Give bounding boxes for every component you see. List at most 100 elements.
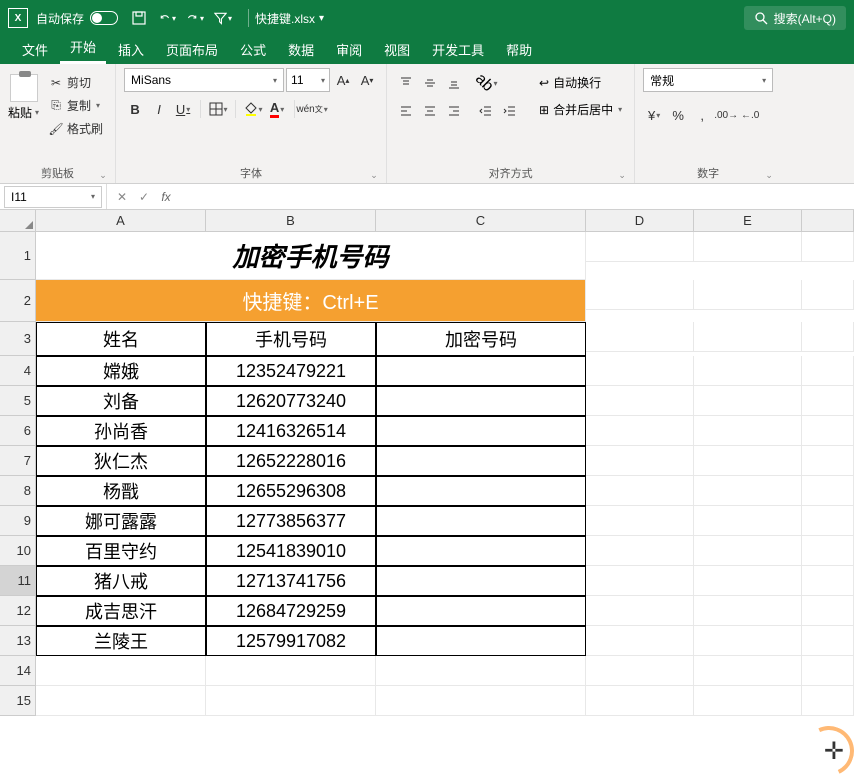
cell-phone[interactable]: 12655296308 <box>206 476 376 506</box>
cell[interactable] <box>694 446 802 476</box>
search-box[interactable]: 搜索(Alt+Q) <box>744 6 846 30</box>
cell[interactable] <box>586 446 694 476</box>
row-header[interactable]: 3 <box>0 322 36 356</box>
tab-home[interactable]: 开始 <box>60 32 106 64</box>
cell-phone[interactable]: 12579917082 <box>206 626 376 656</box>
decrease-indent-icon[interactable] <box>475 100 497 122</box>
col-header-d[interactable]: D <box>586 210 694 232</box>
cell[interactable] <box>694 386 802 416</box>
cell[interactable] <box>694 322 802 352</box>
select-all-corner[interactable] <box>0 210 36 232</box>
cell-phone[interactable]: 12352479221 <box>206 356 376 386</box>
cell-encrypted[interactable] <box>376 566 586 596</box>
comma-button[interactable]: , <box>691 104 713 126</box>
cell[interactable] <box>802 356 854 386</box>
cell-phone[interactable]: 12541839010 <box>206 536 376 566</box>
wrap-text-button[interactable]: ↩自动换行 <box>535 72 626 93</box>
cell-phone[interactable]: 12713741756 <box>206 566 376 596</box>
cell[interactable] <box>802 476 854 506</box>
copy-button[interactable]: ⎘复制▾ <box>45 95 107 116</box>
align-bottom-icon[interactable] <box>443 72 465 94</box>
tab-help[interactable]: 帮助 <box>496 35 542 64</box>
font-color-button[interactable]: A▾ <box>266 98 288 120</box>
cell[interactable] <box>586 536 694 566</box>
row-header[interactable]: 7 <box>0 446 36 476</box>
cell[interactable] <box>586 686 694 716</box>
decrease-decimal-icon[interactable]: ←.0 <box>739 104 761 126</box>
tab-review[interactable]: 审阅 <box>326 35 372 64</box>
merge-center-button[interactable]: ⊞合并后居中▾ <box>535 99 626 120</box>
fx-icon[interactable]: fx <box>157 188 175 206</box>
row-header[interactable]: 10 <box>0 536 36 566</box>
cell-name[interactable]: 猪八戒 <box>36 566 206 596</box>
align-center-icon[interactable] <box>419 100 441 122</box>
cell-encrypted[interactable] <box>376 356 586 386</box>
cell-phone[interactable]: 12684729259 <box>206 596 376 626</box>
italic-button[interactable]: I <box>148 98 170 120</box>
cell-encrypted[interactable] <box>376 536 586 566</box>
cell[interactable] <box>802 416 854 446</box>
cell[interactable] <box>586 416 694 446</box>
cell-encrypted[interactable] <box>376 386 586 416</box>
row-header[interactable]: 12 <box>0 596 36 626</box>
col-header-e[interactable]: E <box>694 210 802 232</box>
cell[interactable] <box>694 626 802 656</box>
autosave-toggle[interactable]: 自动保存 <box>36 10 118 27</box>
tab-data[interactable]: 数据 <box>278 35 324 64</box>
increase-decimal-icon[interactable]: .00→ <box>715 104 737 126</box>
format-painter-button[interactable]: 🖌格式刷 <box>45 118 107 139</box>
tab-developer[interactable]: 开发工具 <box>422 35 494 64</box>
cell-encrypted[interactable] <box>376 596 586 626</box>
cell[interactable] <box>694 356 802 386</box>
filename-dropdown-icon[interactable]: ▾ <box>319 13 324 24</box>
currency-button[interactable]: ¥▾ <box>643 104 665 126</box>
cell-phone[interactable]: 12416326514 <box>206 416 376 446</box>
cell[interactable] <box>694 656 802 686</box>
row-header[interactable]: 1 <box>0 232 36 280</box>
font-size-select[interactable]: 11▾ <box>286 68 330 92</box>
underline-button[interactable]: U▾ <box>172 98 194 120</box>
row-header[interactable]: 8 <box>0 476 36 506</box>
cell[interactable] <box>802 232 854 262</box>
increase-indent-icon[interactable] <box>499 100 521 122</box>
increase-font-icon[interactable]: A▴ <box>332 69 354 91</box>
cell[interactable] <box>586 232 694 262</box>
cell-phone[interactable]: 12620773240 <box>206 386 376 416</box>
row-header[interactable]: 2 <box>0 280 36 322</box>
align-left-icon[interactable] <box>395 100 417 122</box>
cell[interactable] <box>802 656 854 686</box>
cell[interactable] <box>802 322 854 352</box>
col-header-b[interactable]: B <box>206 210 376 232</box>
cell[interactable] <box>802 506 854 536</box>
col-header-c[interactable]: C <box>376 210 586 232</box>
cell[interactable] <box>802 686 854 716</box>
cell-encrypted[interactable] <box>376 626 586 656</box>
tab-formulas[interactable]: 公式 <box>230 35 276 64</box>
cell[interactable] <box>586 506 694 536</box>
row-header[interactable]: 6 <box>0 416 36 446</box>
cell-phone[interactable]: 12652228016 <box>206 446 376 476</box>
decrease-font-icon[interactable]: A▾ <box>356 69 378 91</box>
cell[interactable] <box>586 476 694 506</box>
cell[interactable] <box>36 686 206 716</box>
border-button[interactable]: ▾ <box>207 98 229 120</box>
row-header[interactable]: 14 <box>0 656 36 686</box>
cell-encrypted[interactable] <box>376 506 586 536</box>
cell[interactable] <box>376 686 586 716</box>
phonetic-button[interactable]: wén文▾ <box>301 98 323 120</box>
cell[interactable] <box>586 322 694 352</box>
cancel-icon[interactable]: ✕ <box>113 188 131 206</box>
cell-name[interactable]: 嫦娥 <box>36 356 206 386</box>
cell-name[interactable]: 百里守约 <box>36 536 206 566</box>
cell[interactable] <box>586 656 694 686</box>
row-header[interactable]: 15 <box>0 686 36 716</box>
redo-icon[interactable]: ▾ <box>186 9 204 27</box>
cell-name[interactable]: 孙尚香 <box>36 416 206 446</box>
tab-view[interactable]: 视图 <box>374 35 420 64</box>
cell-name[interactable]: 杨戬 <box>36 476 206 506</box>
undo-icon[interactable]: ▾ <box>158 9 176 27</box>
tab-insert[interactable]: 插入 <box>108 35 154 64</box>
align-middle-icon[interactable] <box>419 72 441 94</box>
cell[interactable] <box>802 386 854 416</box>
cell[interactable] <box>802 596 854 626</box>
